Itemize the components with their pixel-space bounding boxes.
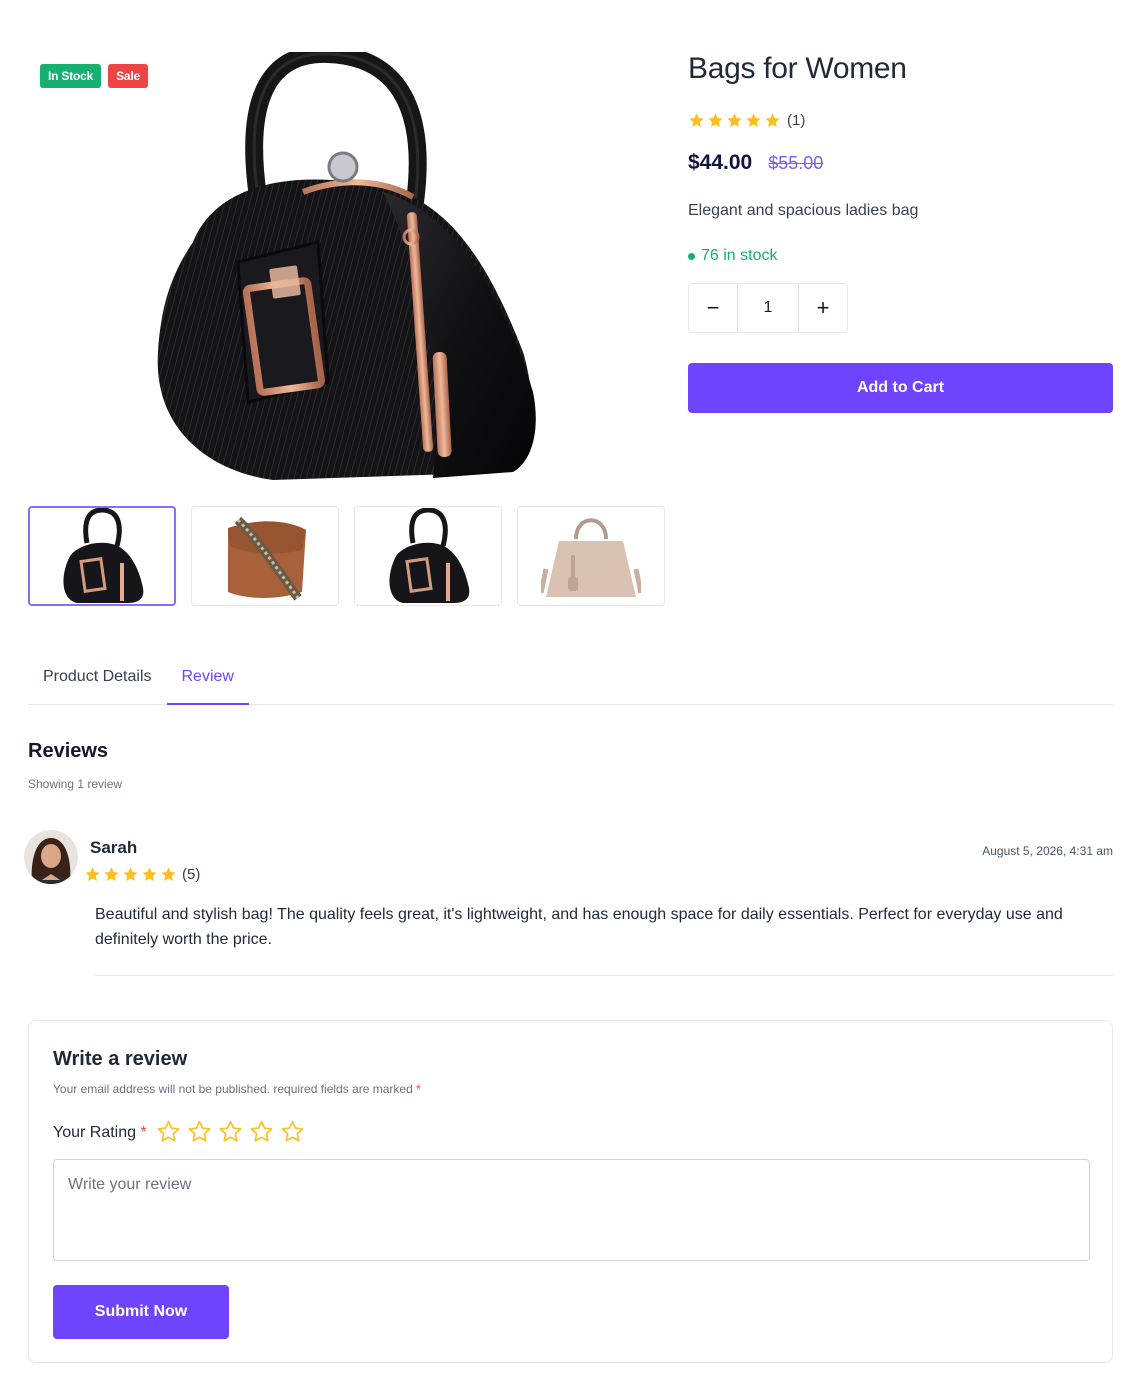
tab-review[interactable]: Review: [166, 660, 249, 705]
in-stock-badge: In Stock: [40, 64, 102, 88]
badge-group: In Stock Sale: [40, 64, 148, 88]
current-price: $44.00: [688, 151, 753, 174]
thumbnail-black-handbag-2[interactable]: [354, 506, 502, 606]
product-rating: (1): [688, 112, 1113, 129]
beige-bag-thumb-icon: [541, 518, 641, 597]
quantity-value[interactable]: 1: [737, 284, 799, 332]
rating-count: (1): [787, 112, 806, 129]
brown-bag-thumb-icon: [227, 516, 306, 601]
star-filled-icon: [746, 113, 761, 127]
product-tabs: Product Details Review: [28, 660, 1113, 705]
original-price: $55.00: [768, 153, 824, 173]
reviews-heading: Reviews: [28, 740, 109, 762]
star-filled-icon: [727, 113, 742, 127]
stock-text: 76 in stock: [701, 247, 778, 264]
product-title: Bags for Women: [688, 52, 907, 85]
stock-dot-icon: [688, 252, 695, 260]
price-row: $44.00 $55.00: [688, 151, 1113, 175]
star-outline-icon[interactable]: [218, 1119, 243, 1144]
star-filled-icon: [123, 867, 138, 881]
privacy-note: Your email address will not be published…: [53, 1082, 421, 1096]
reviewer-name: Sarah: [90, 838, 138, 857]
thumbnail-brown-crossbody-bag[interactable]: [191, 506, 339, 606]
thumbnail-beige-tote-bag[interactable]: [517, 506, 665, 606]
thumbnail-strip: [28, 506, 665, 606]
black-handbag-thumb-icon: [389, 508, 470, 603]
review-rating-text: (5): [182, 866, 201, 883]
review-date: August 5, 2026, 4:31 am: [982, 844, 1113, 858]
thumbnail-black-handbag[interactable]: [28, 506, 176, 606]
sale-badge: Sale: [108, 64, 148, 88]
star-outline-icon[interactable]: [249, 1119, 274, 1144]
rating-label-text: Your Rating: [53, 1124, 137, 1141]
add-to-cart-button[interactable]: Add to Cart: [688, 363, 1113, 413]
star-filled-icon: [104, 867, 119, 881]
star-filled-icon: [85, 867, 100, 881]
review-divider: [95, 975, 1113, 976]
star-filled-icon: [161, 867, 176, 881]
quantity-stepper: − 1 +: [688, 283, 848, 333]
required-mark: *: [140, 1124, 147, 1141]
write-review-form: Write a review Your email address will n…: [28, 1020, 1113, 1363]
product-description: Elegant and spacious ladies bag: [688, 202, 919, 219]
star-outline-icon[interactable]: [156, 1119, 181, 1144]
review-rating: (5): [84, 866, 200, 883]
black-handbag-thumb-icon: [63, 508, 144, 603]
increase-quantity-button[interactable]: +: [799, 284, 847, 332]
star-filled-icon: [708, 113, 723, 127]
product-info: Bags for Women (1) $44.00 $55.00 Elegant…: [688, 52, 1113, 413]
decrease-quantity-button[interactable]: −: [689, 284, 737, 332]
privacy-note-text: Your email address will not be published…: [53, 1082, 413, 1096]
star-filled-icon: [765, 113, 780, 127]
rating-input: [156, 1119, 305, 1144]
submit-review-button[interactable]: Submit Now: [53, 1285, 229, 1339]
rating-label: Your Rating *: [53, 1124, 147, 1142]
star-filled-icon: [689, 113, 704, 127]
avatar: [24, 830, 78, 884]
write-review-heading: Write a review: [53, 1048, 188, 1070]
required-mark: *: [416, 1082, 421, 1096]
review-textarea[interactable]: [53, 1159, 1090, 1261]
review-body: Beautiful and stylish bag! The quality f…: [95, 906, 1063, 948]
main-product-image: [157, 52, 536, 480]
star-filled-icon: [142, 867, 157, 881]
star-outline-icon[interactable]: [280, 1119, 305, 1144]
stock-status: 76 in stock: [688, 247, 1113, 265]
star-outline-icon[interactable]: [187, 1119, 212, 1144]
reviews-count-text: Showing 1 review: [28, 777, 123, 791]
tab-product-details[interactable]: Product Details: [28, 660, 167, 705]
